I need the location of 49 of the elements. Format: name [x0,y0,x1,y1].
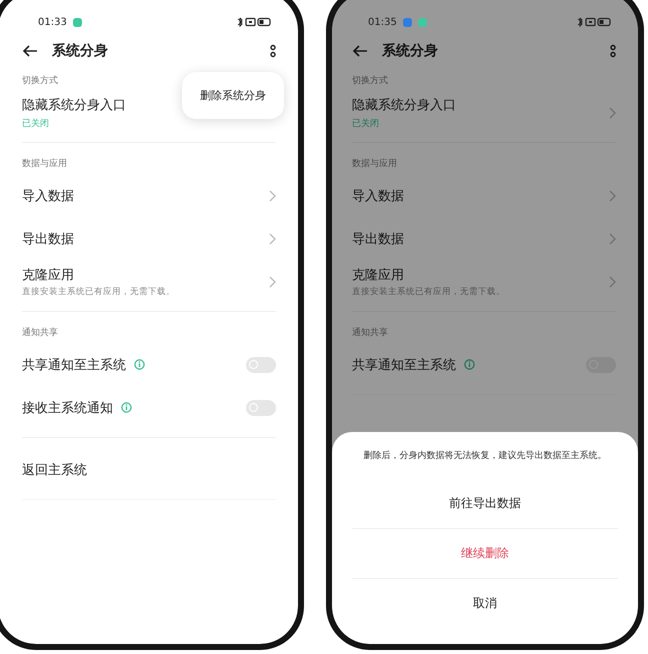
more-icon[interactable] [610,44,616,58]
back-icon[interactable] [352,45,368,57]
status-icons [576,17,612,27]
chevron-icon [269,276,276,288]
chevron-icon [609,232,616,244]
chevron-icon [269,232,276,244]
info-icon[interactable] [121,402,132,413]
section-title: 数据与应用 [351,158,398,171]
setting-description: 直接安装主系统已有应用，无需下载。 [22,286,176,298]
status-icons [236,17,272,27]
status-time: 01:33 [38,16,67,28]
chevron-icon [609,190,616,202]
setting-label[interactable]: 导出数据 [22,230,74,248]
section-title: 切换方式 [21,74,59,88]
section-title: 数据与应用 [21,158,68,171]
setting-description: 直接安装主系统已有应用，无需下载。 [352,286,506,298]
setting-label[interactable]: 返回主系统 [22,460,87,478]
setting-label[interactable]: 导出数据 [352,230,404,248]
chevron-icon [609,106,616,118]
setting-label[interactable]: 克隆应用 [22,266,74,284]
toggle-switch[interactable] [246,356,276,372]
info-icon[interactable] [464,359,475,370]
info-icon[interactable] [134,359,145,370]
page-title: 系统分身 [52,42,108,60]
setting-label[interactable]: 隐藏系统分身入口 [352,96,456,114]
chevron-icon [269,190,276,202]
sheet-action[interactable]: 继续删除 [346,528,624,578]
section-title: 通知共享 [351,326,389,340]
setting-label[interactable]: 克隆应用 [352,266,404,284]
status-text: 已关闭 [22,118,50,130]
menu-item[interactable]: 删除系统分身 [200,88,266,103]
chevron-icon [609,276,616,288]
section-title: 通知共享 [21,326,59,340]
setting-label[interactable]: 共享通知至主系统 [352,356,456,374]
setting-label[interactable]: 共享通知至主系统 [22,356,126,374]
more-icon[interactable] [270,44,276,58]
section-title: 切换方式 [351,74,389,88]
back-icon[interactable] [22,45,38,57]
status-time: 01:35 [368,16,397,28]
page-title: 系统分身 [382,42,438,60]
setting-label[interactable]: 导入数据 [352,186,404,204]
sheet-action[interactable]: 前往导出数据 [346,478,624,528]
toggle-switch[interactable] [246,400,276,416]
sheet-action[interactable]: 取消 [346,578,624,628]
status-text: 已关闭 [352,118,380,130]
setting-label[interactable]: 导入数据 [22,186,74,204]
setting-label[interactable]: 接收主系统通知 [22,398,113,416]
sheet-message: 删除后，分身内数据将无法恢复，建议先导出数据至主系统。 [362,450,608,463]
setting-label[interactable]: 隐藏系统分身入口 [22,96,126,114]
